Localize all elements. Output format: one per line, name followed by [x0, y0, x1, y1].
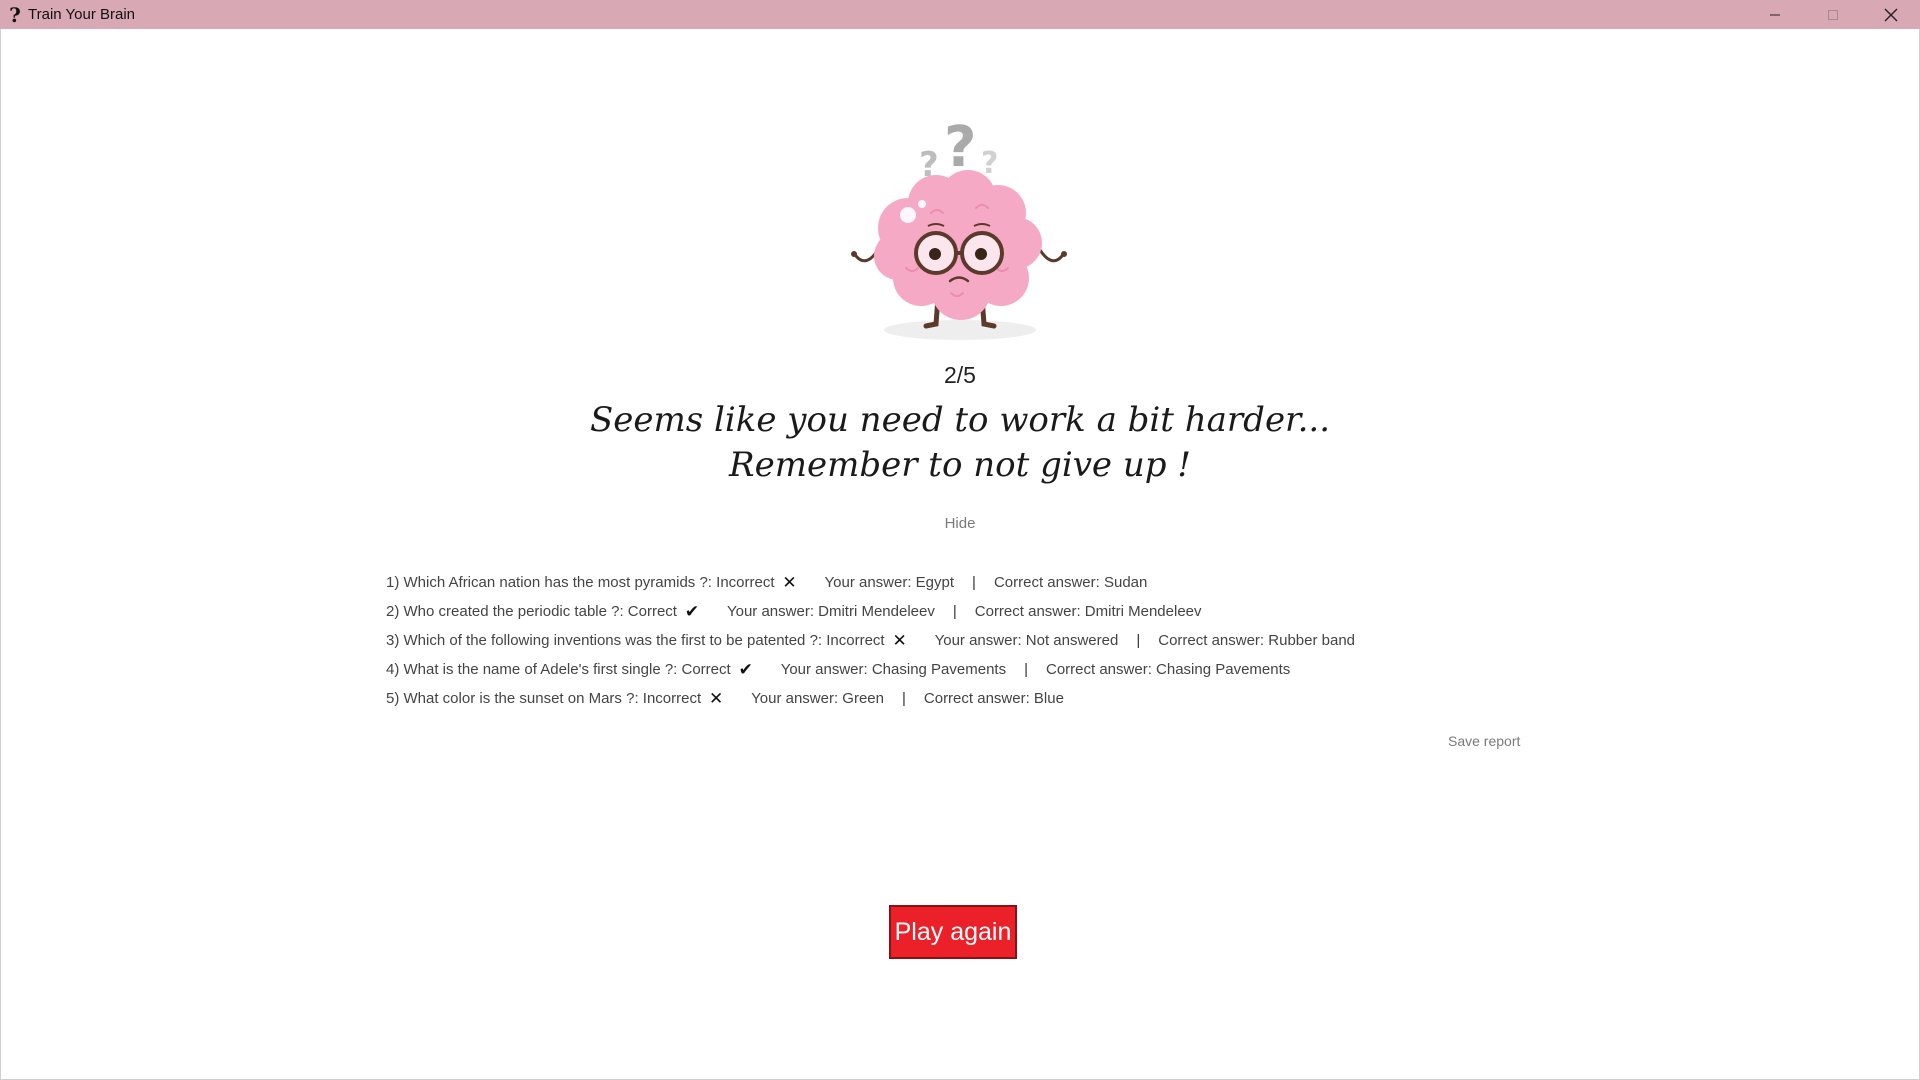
report-correct-answer: Correct answer: Blue — [923, 690, 1064, 707]
maximize-button[interactable] — [1804, 0, 1862, 29]
report-your-answer: Your answer: Egypt — [824, 574, 955, 591]
report-row: 2) Who created the periodic table ?: Cor… — [386, 597, 1586, 626]
result-message-line1: Seems like you need to work a bit harder… — [589, 400, 1330, 440]
app-question-icon: ? — [9, 2, 21, 27]
report-your-answer: Your answer: Not answered — [934, 632, 1119, 649]
report-separator: | — [952, 603, 957, 620]
close-icon — [1884, 8, 1898, 21]
minimize-button[interactable] — [1746, 0, 1804, 29]
report-question: 2) Who created the periodic table ?: Cor… — [386, 603, 677, 620]
maximize-icon — [1828, 9, 1838, 20]
score-text: 2/5 — [944, 362, 976, 388]
report-question: 3) Which of the following inventions was… — [386, 632, 885, 649]
result-message: Seems like you need to work a bit harder… — [0, 398, 1920, 488]
save-report-link[interactable]: Save report — [1448, 733, 1520, 749]
answer-report: 1) Which African nation has the most pyr… — [386, 568, 1586, 713]
report-row: 5) What color is the sunset on Mars ?: I… — [386, 684, 1586, 713]
report-separator: | — [1024, 661, 1028, 678]
report-separator: | — [901, 690, 906, 707]
report-correct-answer: Correct answer: Sudan — [993, 574, 1148, 591]
minimize-icon — [1770, 14, 1780, 15]
hide-report-link[interactable]: Hide — [0, 515, 1920, 532]
report-row: 3) Which of the following inventions was… — [386, 626, 1586, 655]
report-question: 4) What is the name of Adele's first sin… — [386, 661, 731, 678]
report-correct-answer: Correct answer: Rubber band — [1158, 632, 1355, 649]
report-separator: | — [1136, 632, 1141, 649]
check-icon: ✔ — [738, 659, 753, 679]
window-controls — [1746, 0, 1920, 29]
cross-icon: ✕ — [892, 630, 907, 650]
window-title: Train Your Brain — [28, 6, 136, 23]
report-question: 1) Which African nation has the most pyr… — [386, 574, 775, 591]
confused-brain-illustration: ? ? ? — [836, 115, 1076, 348]
report-your-answer: Your answer: Green — [751, 690, 884, 707]
brain-icon: ? ? ? — [851, 115, 1067, 340]
report-correct-answer: Correct answer: Chasing Pavements — [1046, 661, 1291, 678]
report-row: 1) Which African nation has the most pyr… — [386, 568, 1586, 597]
report-correct-answer: Correct answer: Dmitri Mendeleev — [974, 603, 1202, 620]
title-bar[interactable]: ? Train Your Brain — [0, 0, 1920, 29]
cross-icon: ✕ — [709, 688, 724, 708]
check-icon: ✔ — [684, 601, 700, 621]
close-button[interactable] — [1862, 0, 1920, 29]
report-separator: | — [972, 574, 976, 591]
report-your-answer: Your answer: Chasing Pavements — [780, 661, 1007, 678]
play-again-button[interactable]: Play again — [889, 905, 1017, 959]
report-row: 4) What is the name of Adele's first sin… — [386, 655, 1586, 684]
report-question: 5) What color is the sunset on Mars ?: I… — [386, 690, 702, 707]
cross-icon: ✕ — [782, 572, 797, 592]
result-message-line2: Remember to not give up ! — [729, 445, 1191, 485]
report-your-answer: Your answer: Dmitri Mendeleev — [726, 603, 935, 620]
